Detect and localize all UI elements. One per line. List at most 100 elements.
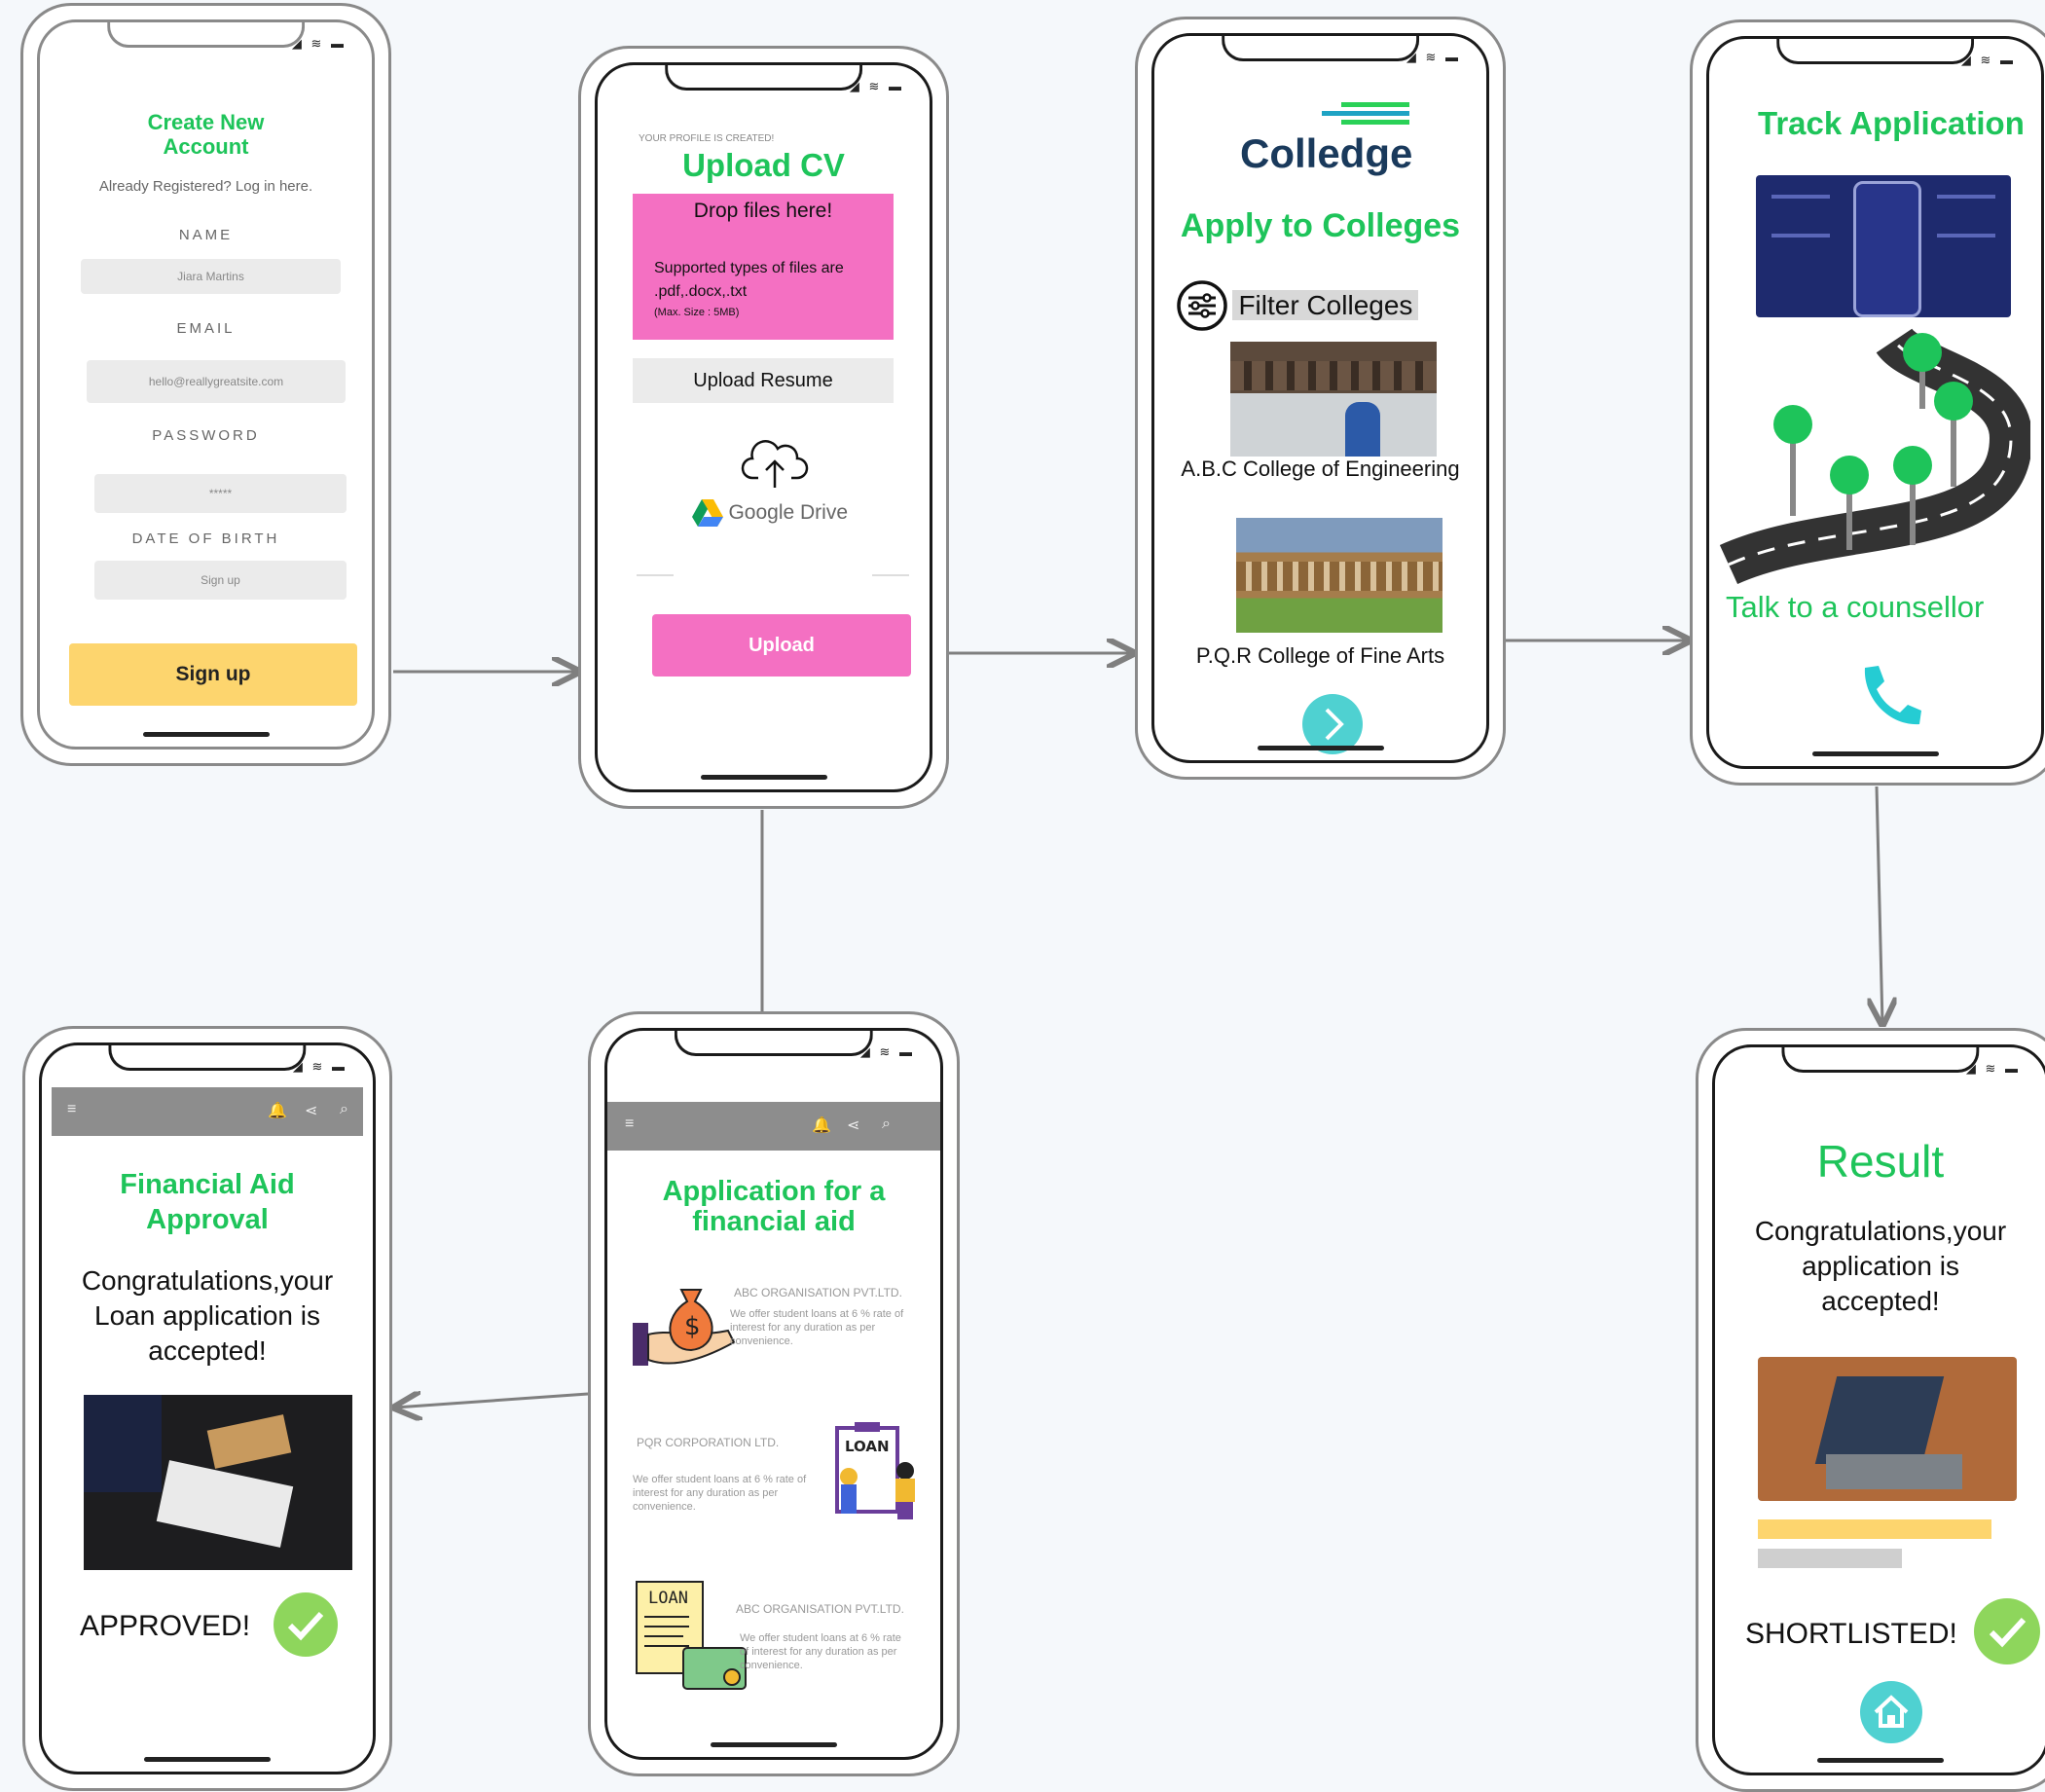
email-label: EMAIL xyxy=(176,320,236,337)
logo-stripes xyxy=(1322,102,1409,125)
status-bar-icons: ◢ ≋ ▬ xyxy=(849,79,904,93)
name-field[interactable]: Jiara Martins xyxy=(81,259,341,294)
search-icon[interactable]: ⌕ xyxy=(882,1115,891,1133)
file-types-line2: .pdf,.docx,.txt xyxy=(654,283,748,300)
approved-text: APPROVED! xyxy=(80,1610,251,1642)
home-indicator xyxy=(144,1757,271,1762)
password-label: PASSWORD xyxy=(152,427,260,444)
phone-aid-approval: ◢ ≋ ▬ ≡ 🔔 ⋖ ⌕ Financial Aid Approval Con… xyxy=(22,1026,392,1791)
org3-name: ABC ORGANISATION PVT.LTD. xyxy=(736,1602,904,1616)
profile-created-label: YOUR PROFILE IS CREATED! xyxy=(639,133,775,144)
home-indicator xyxy=(1817,1758,1944,1763)
result-message-line2: application is xyxy=(1802,1251,1959,1281)
colleges-title: Apply to Colleges xyxy=(1180,207,1461,244)
status-bar-icons: ◢ ≋ ▬ xyxy=(859,1044,915,1059)
result-message-line3: accepted! xyxy=(1821,1286,1940,1316)
upload-button[interactable]: Upload xyxy=(652,614,911,677)
approval-message-line1: Congratulations,your xyxy=(81,1265,334,1296)
approval-message-line2: Loan application is xyxy=(94,1300,320,1331)
track-title: Track Application xyxy=(1758,105,2025,141)
progress-bar-gray xyxy=(1758,1549,1902,1568)
share-icon[interactable]: ⋖ xyxy=(847,1115,859,1135)
college1-name[interactable]: A.B.C College of Engineering xyxy=(1154,457,1486,482)
shortlisted-text: SHORTLISTED! xyxy=(1745,1618,1957,1650)
share-icon[interactable]: ⋖ xyxy=(305,1101,317,1120)
divider-right xyxy=(872,574,909,576)
arrow-aid-to-approval xyxy=(395,1394,589,1408)
home-indicator xyxy=(700,775,827,780)
drop-zone[interactable]: Drop files here! Supported types of file… xyxy=(633,194,894,340)
google-drive-icon xyxy=(692,499,723,527)
check-circle-icon xyxy=(274,1592,338,1657)
org1-desc: We offer student loans at 6 % rate of in… xyxy=(730,1308,904,1347)
approval-title-line2: Approval xyxy=(146,1204,269,1235)
check-circle-icon xyxy=(1974,1598,2040,1664)
password-field[interactable]: ***** xyxy=(94,474,347,513)
phone-upload: ◢ ≋ ▬ YOUR PROFILE IS CREATED! Upload CV… xyxy=(578,46,949,809)
aid-title-line2: financial aid xyxy=(692,1206,856,1237)
email-field[interactable]: hello@reallygreatsite.com xyxy=(87,360,346,403)
dob-field[interactable]: Sign up xyxy=(94,561,347,600)
loan-clipboard-label: LOAN xyxy=(845,1438,890,1455)
max-size: (Max. Size : 5MB) xyxy=(654,307,740,318)
file-types-line1: Supported types of files are xyxy=(654,260,844,276)
phone-colleges: ◢ ≋ ▬ Colledge Apply to Colleges Filter … xyxy=(1135,17,1506,780)
phone-aid-application: ◢ ≋ ▬ ≡ 🔔 ⋖ ⌕ Application for a financia… xyxy=(588,1011,960,1776)
loan-clipboard-icon: LOAN xyxy=(835,1422,915,1519)
login-link[interactable]: Already Registered? Log in here. xyxy=(40,178,372,195)
name-label: NAME xyxy=(178,227,234,243)
filter-colleges[interactable]: Filter Colleges xyxy=(1176,279,1419,332)
status-bar-icons: ◢ ≋ ▬ xyxy=(1960,53,2016,67)
status-bar-icons: ◢ ≋ ▬ xyxy=(1406,50,1461,64)
result-title: Result xyxy=(1816,1136,1945,1187)
org2-desc: We offer student loans at 6 % rate of in… xyxy=(633,1474,807,1513)
divider-left xyxy=(637,574,674,576)
handshake-document-image xyxy=(84,1395,352,1570)
tracking-dashboard-image[interactable] xyxy=(1756,175,2011,317)
college2-name[interactable]: P.Q.R College of Fine Arts xyxy=(1154,643,1486,669)
home-icon xyxy=(1874,1695,1909,1728)
google-drive-option[interactable]: Google Drive xyxy=(691,498,848,531)
phone-icon[interactable] xyxy=(1855,662,1923,730)
progress-bar-yellow xyxy=(1758,1519,1991,1539)
home-indicator xyxy=(1257,746,1384,750)
home-indicator xyxy=(142,732,270,737)
colledge-logo: Colledge xyxy=(1240,130,1413,176)
aid-title-line1: Application for a xyxy=(662,1176,886,1207)
status-bar-icons: ◢ ≋ ▬ xyxy=(292,1059,347,1074)
result-message-line1: Congratulations,your xyxy=(1754,1216,2007,1246)
search-icon[interactable]: ⌕ xyxy=(340,1101,348,1118)
roadmap-illustration xyxy=(1719,326,2030,584)
money-bag-icon: $ xyxy=(633,1289,736,1366)
college1-image[interactable] xyxy=(1230,342,1437,457)
org2-name: PQR CORPORATION LTD. xyxy=(637,1436,780,1449)
drop-text: Drop files here! xyxy=(693,200,833,222)
college2-image[interactable] xyxy=(1236,518,1442,633)
status-bar-icons: ◢ ≋ ▬ xyxy=(291,36,347,51)
signup-button[interactable]: Sign up xyxy=(69,643,357,706)
arrow-track-to-result xyxy=(1877,786,1882,1024)
loan-document-label: LOAN xyxy=(648,1589,688,1608)
upload-resume-button[interactable]: Upload Resume xyxy=(633,358,894,403)
org1-name: ABC ORGANISATION PVT.LTD. xyxy=(734,1286,902,1299)
google-drive-label: Google Drive xyxy=(728,501,849,524)
bell-icon[interactable]: 🔔 xyxy=(812,1115,831,1135)
phone-result: ◢ ≋ ▬ Result Congratulations,your applic… xyxy=(1696,1028,2045,1792)
org3-desc: We offer student loans at 6 % rate of in… xyxy=(740,1632,901,1671)
dob-label: DATE OF BIRTH xyxy=(131,530,280,547)
signup-title-line2: Account xyxy=(163,134,249,159)
cloud-upload-icon[interactable] xyxy=(741,435,809,490)
home-indicator xyxy=(1811,751,1939,756)
menu-icon[interactable]: ≡ xyxy=(625,1115,634,1133)
signup-title-line1: Create New xyxy=(147,110,265,134)
svg-text:$: $ xyxy=(684,1312,701,1341)
app-bar: ≡ 🔔 ⋖ ⌕ xyxy=(52,1087,363,1136)
talk-counsellor-link[interactable]: Talk to a counsellor xyxy=(1726,590,1984,625)
filter-colleges-label: Filter Colleges xyxy=(1232,290,1419,320)
filter-icon xyxy=(1177,280,1227,331)
home-button[interactable] xyxy=(1860,1681,1922,1743)
upload-title: Upload CV xyxy=(682,147,845,183)
menu-icon[interactable]: ≡ xyxy=(67,1101,76,1118)
loan-document-icon: LOAN xyxy=(636,1581,747,1690)
bell-icon[interactable]: 🔔 xyxy=(268,1101,287,1120)
